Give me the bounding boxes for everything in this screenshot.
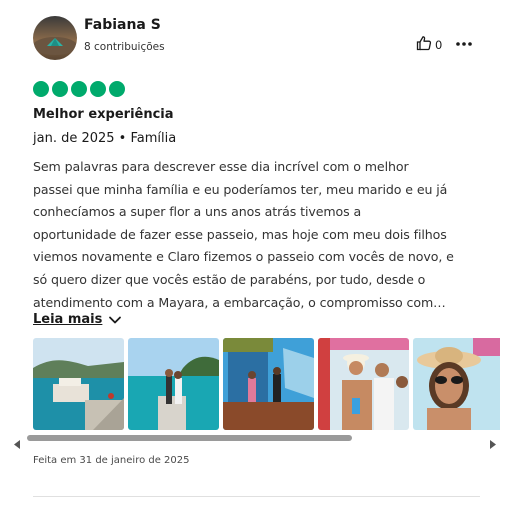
chevron-down-icon [108,310,122,329]
photo-group-on-boat[interactable] [318,338,409,430]
review-body-line: só quero dizer que vocês estão de parabé… [33,271,426,287]
photo-boat-deck[interactable] [223,338,314,430]
rating-bubble-icon [90,81,106,97]
avatar[interactable] [33,16,77,60]
photo-woman-with-hat[interactable] [413,338,500,430]
rating-bubble-icon [52,81,68,97]
review-meta: jan. de 2025 • Família [33,131,177,146]
rating-bubble-icon [109,81,125,97]
review-body: Sem palavras para descrever esse dia inc… [33,156,483,314]
scroll-right-arrow-icon[interactable] [489,434,497,453]
read-more-label: Leia mais [33,312,103,327]
rating-bubble-icon [33,81,49,97]
review-body-line: conhecíamos a super flor a uns anos atrá… [33,204,362,220]
divider [33,496,480,497]
reviewer-name[interactable]: Fabiana S [84,17,161,33]
photo-carousel [33,338,500,430]
photo-people-on-pier[interactable] [128,338,219,430]
thumbs-up-icon [416,35,432,55]
photo-boat-harbor[interactable] [33,338,124,430]
review-body-line: oportunidade de fazer esse passeio, mas … [33,226,447,242]
carousel-scrollbar-thumb[interactable] [27,435,352,441]
more-options-icon [456,42,472,46]
review-body-line: Sem palavras para descrever esse dia inc… [33,159,409,174]
review-body-line: viemos novamente e Claro fizemos o passe… [33,249,454,265]
like-button[interactable]: 0 [416,35,442,55]
review-title: Melhor experiência [33,107,174,122]
rating-bubbles [33,81,125,97]
scroll-left-arrow-icon[interactable] [14,434,22,453]
written-date: Feita em 31 de janeiro de 2025 [33,455,190,466]
more-options-button[interactable] [455,36,473,52]
rating-bubble-icon [71,81,87,97]
like-count: 0 [435,38,443,52]
contributions-count: 8 contribuições [84,41,165,53]
review-body-line: passei que minha família e eu poderíamos… [33,181,448,197]
read-more-button[interactable]: Leia mais [33,310,122,329]
